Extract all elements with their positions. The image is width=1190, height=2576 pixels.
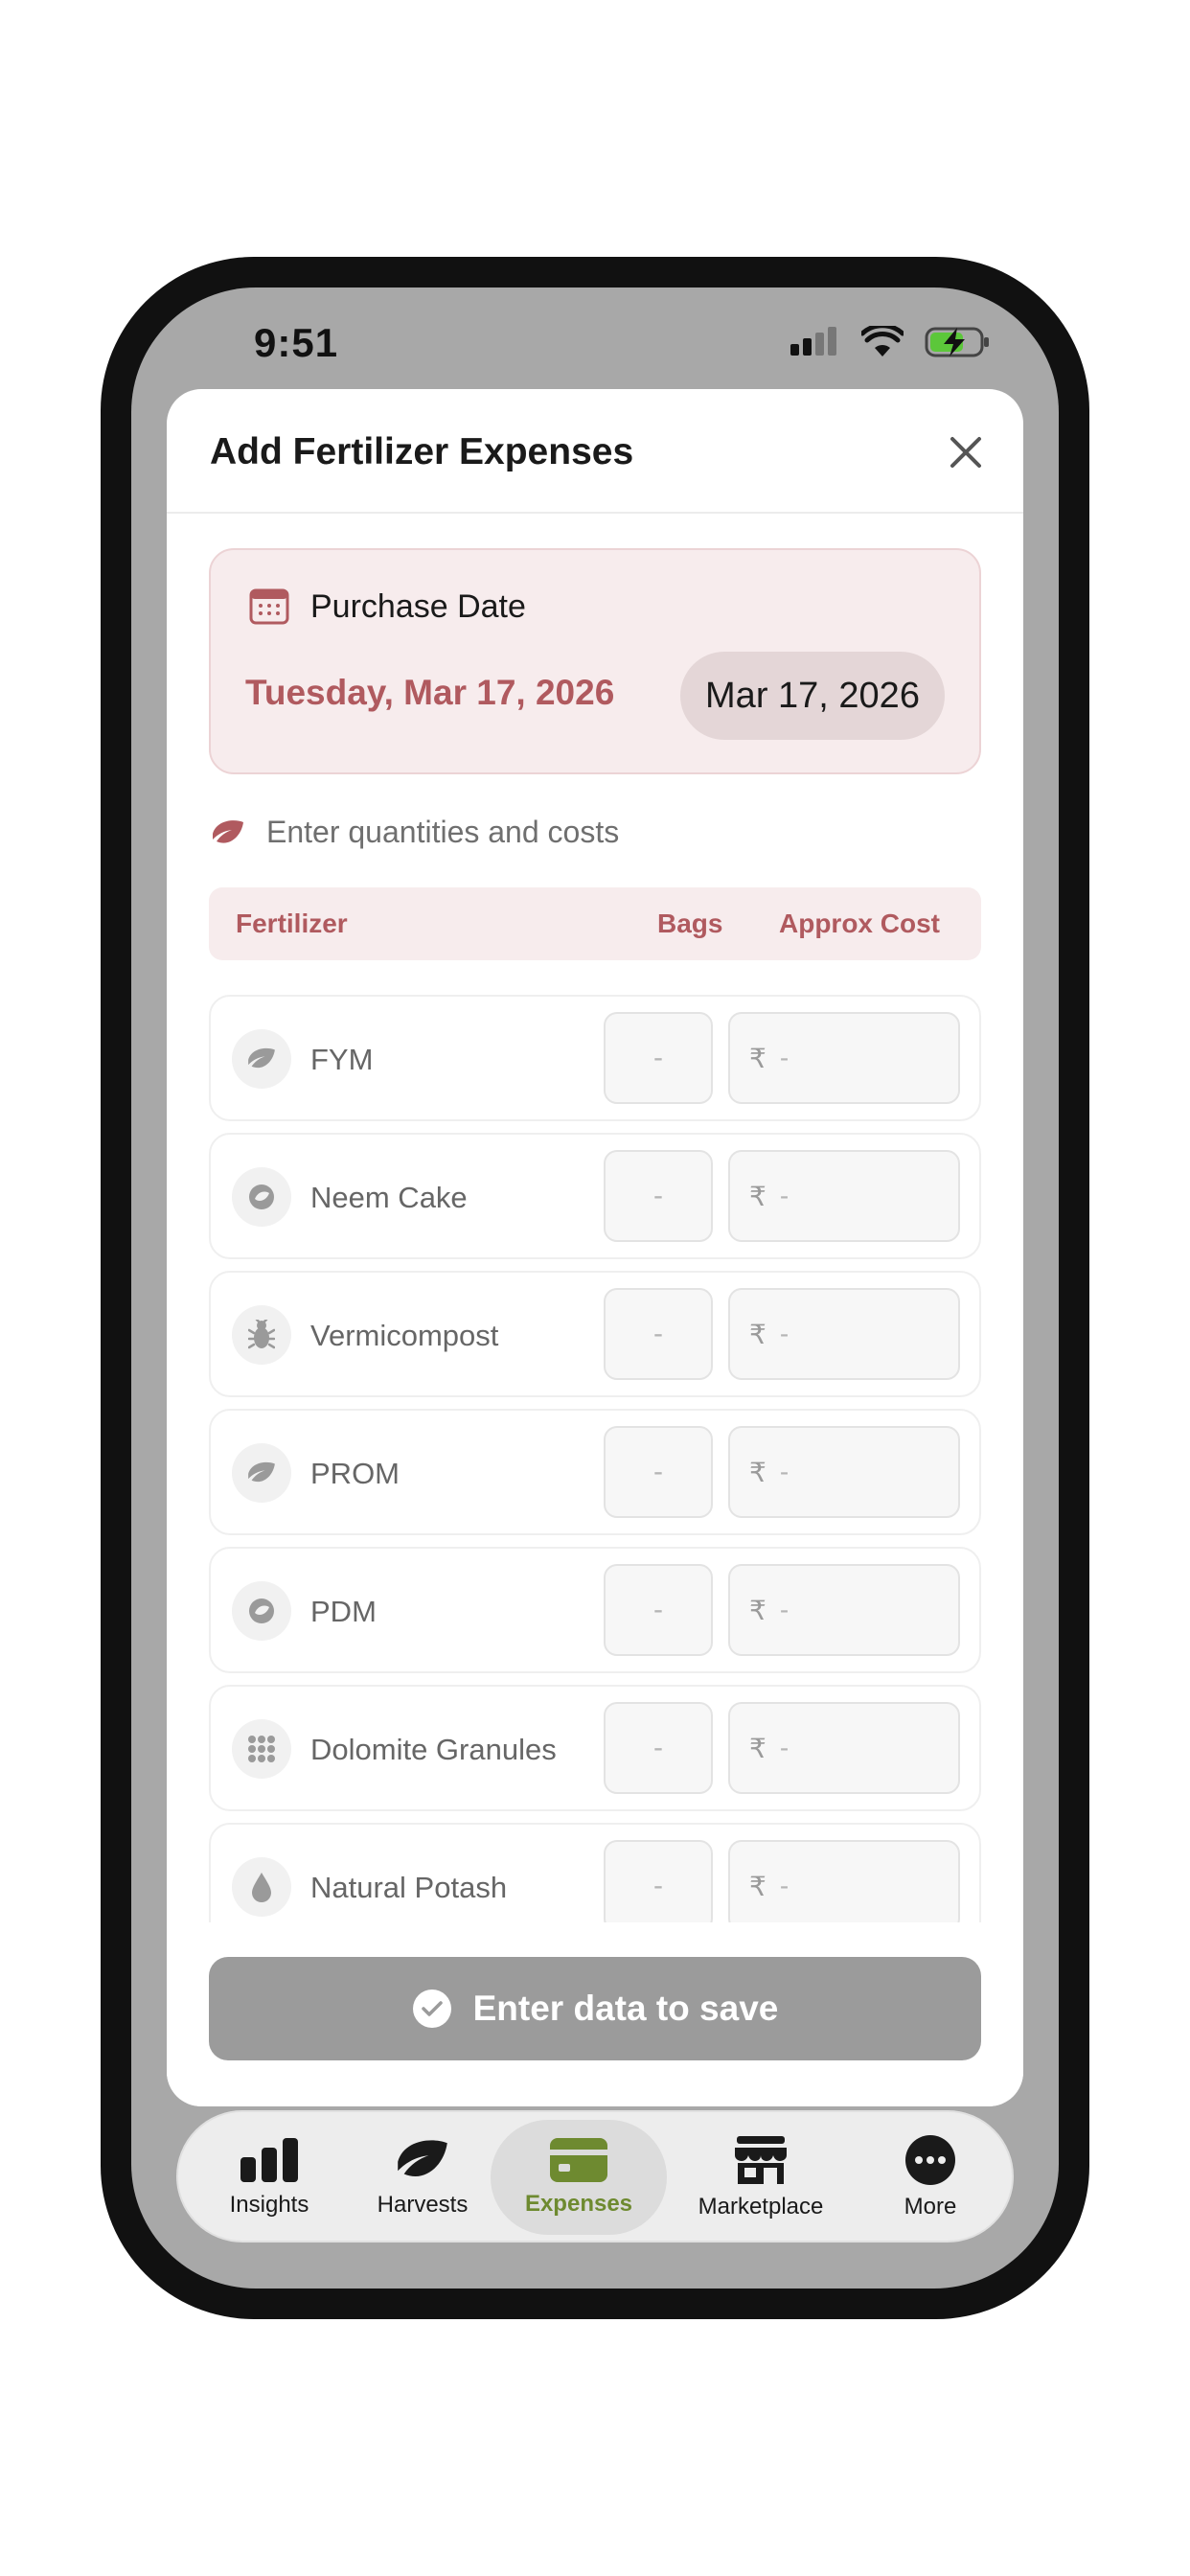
table-row: PROM - ₹ -: [209, 1409, 981, 1535]
bottom-tab-bar: Insights Harvests Expenses Marketplace M…: [176, 2110, 1014, 2242]
currency-symbol: ₹: [749, 1181, 767, 1211]
battery-charging-icon: [925, 327, 989, 357]
row-name: FYM: [310, 1043, 374, 1076]
close-icon: [950, 437, 981, 468]
currency-symbol: ₹: [749, 1043, 767, 1073]
date-picker-button[interactable]: Mar 17, 2026: [680, 652, 945, 740]
add-fertilizer-sheet: Add Fertilizer Expenses Purchase Date Tu…: [167, 389, 1023, 2106]
more-dots-icon: [905, 2135, 955, 2185]
table-row: Vermicompost - ₹ -: [209, 1271, 981, 1397]
bags-input[interactable]: -: [604, 1702, 713, 1794]
bags-input[interactable]: -: [604, 1564, 713, 1656]
table-row: Neem Cake - ₹ -: [209, 1133, 981, 1259]
purchase-date-label: Purchase Date: [310, 588, 526, 625]
bug-icon: [248, 1320, 275, 1349]
cost-input[interactable]: ₹ -: [728, 1288, 960, 1380]
row-name: PROM: [310, 1457, 400, 1490]
seed-icon: [249, 1184, 274, 1209]
header-fertilizer: Fertilizer: [236, 908, 348, 938]
chart-bar-icon: [240, 2138, 298, 2182]
tab-label: Harvests: [377, 2192, 469, 2218]
table-row: FYM - ₹ -: [209, 995, 981, 1121]
tab-label: More: [904, 2194, 957, 2220]
currency-symbol: ₹: [749, 1595, 767, 1625]
status-icons: [790, 326, 992, 358]
cost-value: -: [779, 1457, 790, 1486]
tab-label: Insights: [229, 2192, 309, 2218]
tab-more[interactable]: More: [868, 2120, 993, 2235]
cost-value: -: [779, 1319, 790, 1348]
tab-harvests[interactable]: Harvests: [360, 2120, 485, 2235]
seed-icon: [249, 1598, 274, 1623]
cellular-signal-icon: [790, 327, 836, 356]
card-icon: [550, 2138, 607, 2182]
bags-input[interactable]: -: [604, 1150, 713, 1242]
check-circle-icon: [412, 1990, 451, 2028]
header-bags: Bags: [657, 908, 723, 938]
purchase-date-long: Tuesday, Mar 17, 2026: [245, 673, 615, 712]
row-name: Vermicompost: [310, 1319, 499, 1352]
close-button[interactable]: [945, 431, 987, 473]
save-button-label: Enter data to save: [472, 1989, 779, 2028]
currency-symbol: ₹: [749, 1457, 767, 1487]
tab-insights[interactable]: Insights: [207, 2120, 332, 2235]
calendar-icon: [249, 588, 289, 625]
currency-symbol: ₹: [749, 1319, 767, 1349]
table-row: PDM - ₹ -: [209, 1547, 981, 1673]
status-time: 9:51: [254, 320, 339, 365]
leaf-icon: [213, 819, 243, 843]
drop-icon: [252, 1873, 271, 1902]
leaf-icon: [248, 1461, 275, 1483]
tab-expenses[interactable]: Expenses: [491, 2120, 667, 2235]
tab-label: Marketplace: [698, 2194, 824, 2220]
sheet-title: Add Fertilizer Expenses: [210, 431, 634, 472]
header-approx-cost: Approx Cost: [779, 908, 940, 938]
row-name: Neem Cake: [310, 1181, 468, 1214]
purchase-date-card: Purchase Date Tuesday, Mar 17, 2026 Mar …: [209, 548, 981, 774]
table-header: Fertilizer Bags Approx Cost: [209, 887, 981, 960]
fertilizer-list: FYM - ₹ - Neem Cake - ₹ - Vermicompost -…: [209, 995, 981, 1961]
cost-input[interactable]: ₹ -: [728, 1840, 960, 1932]
cost-value: -: [779, 1181, 790, 1210]
grid-dots-icon: [248, 1736, 275, 1762]
cost-input[interactable]: ₹ -: [728, 1150, 960, 1242]
cost-input[interactable]: ₹ -: [728, 1564, 960, 1656]
bags-input[interactable]: -: [604, 1012, 713, 1104]
row-name: Natural Potash: [310, 1871, 508, 1904]
save-button[interactable]: Enter data to save: [209, 1957, 981, 2060]
leaf-icon: [248, 1047, 275, 1069]
cost-value: -: [779, 1733, 790, 1762]
cost-value: -: [779, 1871, 790, 1900]
section-hint: Enter quantities and costs: [211, 815, 619, 850]
row-name: Dolomite Granules: [310, 1733, 557, 1766]
bags-input[interactable]: -: [604, 1288, 713, 1380]
cost-input[interactable]: ₹ -: [728, 1426, 960, 1518]
store-icon: [735, 2136, 787, 2184]
cost-input[interactable]: ₹ -: [728, 1012, 960, 1104]
cost-input[interactable]: ₹ -: [728, 1702, 960, 1794]
bags-input[interactable]: -: [604, 1840, 713, 1932]
bags-input[interactable]: -: [604, 1426, 713, 1518]
save-bar: Enter data to save: [167, 1922, 1023, 2106]
sheet-header: Add Fertilizer Expenses: [167, 389, 1023, 514]
wifi-icon: [861, 326, 904, 356]
tab-label: Expenses: [524, 2191, 633, 2217]
table-row: Dolomite Granules - ₹ -: [209, 1685, 981, 1811]
cost-value: -: [779, 1043, 790, 1072]
phone-screen: 9:51 Add Fertilizer Expenses Purchase Da…: [131, 288, 1059, 2288]
currency-symbol: ₹: [749, 1733, 767, 1763]
cost-value: -: [779, 1595, 790, 1624]
tab-marketplace[interactable]: Marketplace: [676, 2120, 845, 2235]
row-name: PDM: [310, 1595, 377, 1628]
leaf-icon: [398, 2140, 447, 2177]
currency-symbol: ₹: [749, 1871, 767, 1901]
